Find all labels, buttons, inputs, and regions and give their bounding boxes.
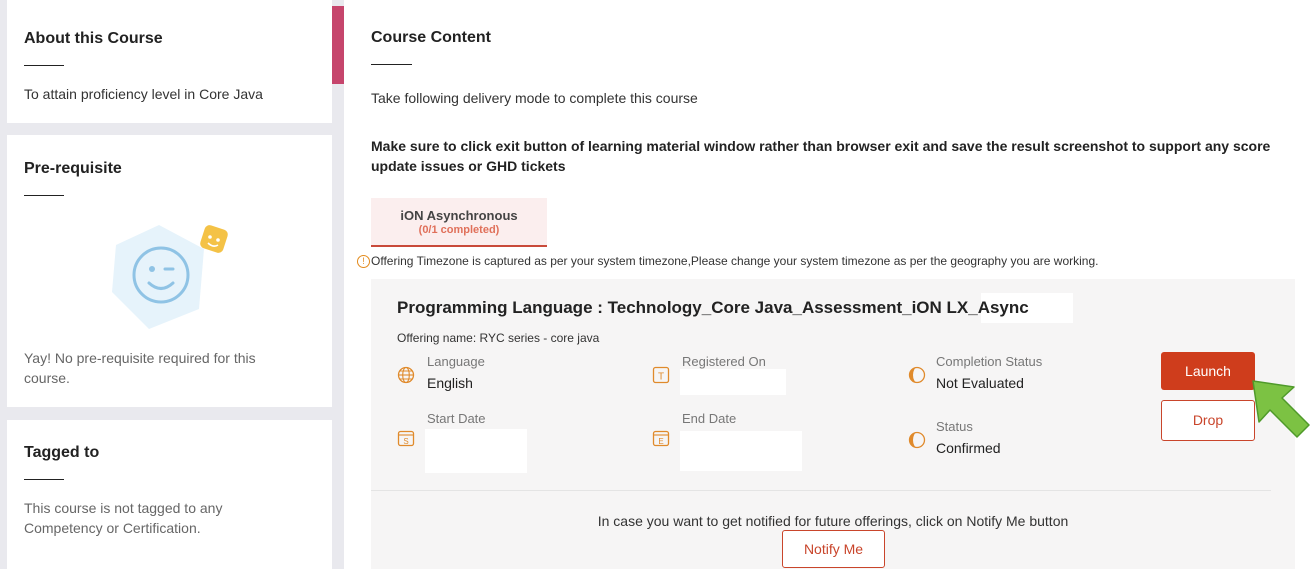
notify-text: In case you want to get notified for fut… bbox=[597, 513, 1069, 529]
tagged-to-card: Tagged to This course is not tagged to a… bbox=[7, 420, 332, 569]
tab-label: iON Asynchronous bbox=[400, 208, 518, 223]
course-content-panel: Course Content Take following delivery m… bbox=[344, 0, 1313, 569]
offering-card: Programming Language : Technology_Core J… bbox=[371, 279, 1295, 569]
prerequisite-title: Pre-requisite bbox=[24, 160, 122, 177]
delivery-mode-text: Take following delivery mode to complete… bbox=[371, 90, 698, 106]
calendar-t-icon: T bbox=[652, 366, 670, 384]
prerequisite-card: Pre-requisite Yay! No pre-requisite requ… bbox=[7, 135, 332, 407]
tab-ion-asynchronous[interactable]: iON Asynchronous (0/1 completed) bbox=[371, 198, 547, 247]
calendar-s-icon: S bbox=[397, 430, 415, 447]
scroll-accent-bar[interactable] bbox=[332, 6, 344, 84]
left-column: About this Course To attain proficiency … bbox=[0, 0, 344, 569]
smiley-illustration-icon bbox=[112, 225, 228, 329]
tagged-to-title: Tagged to bbox=[24, 444, 100, 461]
about-course-text: To attain proficiency level in Core Java bbox=[24, 86, 263, 102]
end-date-value-box bbox=[680, 431, 802, 471]
title-underline bbox=[24, 195, 64, 196]
status-value: Confirmed bbox=[936, 440, 1001, 456]
calendar-e-icon: E bbox=[652, 430, 670, 447]
title-underline bbox=[24, 65, 64, 66]
drop-button[interactable]: Drop bbox=[1161, 400, 1255, 441]
start-date-label: Start Date bbox=[427, 411, 486, 426]
svg-text:S: S bbox=[403, 437, 408, 446]
globe-icon bbox=[397, 366, 415, 384]
arrow-pointer-icon bbox=[1252, 380, 1310, 438]
registered-on-label: Registered On bbox=[682, 354, 766, 369]
tagged-to-text: This course is not tagged to any Compete… bbox=[24, 500, 223, 536]
divider bbox=[371, 490, 1271, 491]
status-icon bbox=[908, 431, 926, 449]
title-underline bbox=[24, 479, 64, 480]
language-label: Language bbox=[427, 354, 485, 369]
offering-title: Programming Language : Technology_Core J… bbox=[397, 298, 1029, 317]
exit-instruction-note: Make sure to click exit button of learni… bbox=[371, 138, 1271, 174]
registered-on-value-box bbox=[680, 369, 786, 395]
language-value: English bbox=[427, 375, 473, 391]
prerequisite-text: Yay! No pre-requisite required for this … bbox=[24, 350, 256, 386]
completion-status-icon bbox=[908, 366, 926, 384]
about-course-card: About this Course To attain proficiency … bbox=[7, 0, 332, 123]
timezone-note-text: Offering Timezone is captured as per you… bbox=[371, 254, 1099, 268]
end-date-label: End Date bbox=[682, 411, 737, 426]
completion-status-value: Not Evaluated bbox=[936, 375, 1024, 391]
status-label: Status bbox=[936, 419, 973, 434]
completion-status-label: Completion Status bbox=[936, 354, 1043, 369]
notify-me-button[interactable]: Notify Me bbox=[782, 530, 885, 568]
launch-button[interactable]: Launch bbox=[1161, 352, 1255, 390]
info-icon: ! bbox=[357, 254, 370, 268]
course-content-title: Course Content bbox=[371, 29, 491, 46]
tab-completion-count: (0/1 completed) bbox=[418, 224, 500, 236]
about-course-title: About this Course bbox=[24, 30, 163, 47]
offering-name: Offering name: RYC series - core java bbox=[397, 331, 600, 345]
start-date-value-box bbox=[425, 429, 527, 473]
svg-text:E: E bbox=[658, 437, 663, 446]
svg-text:T: T bbox=[658, 372, 664, 383]
title-underline bbox=[371, 64, 412, 65]
timezone-note: ! Offering Timezone is captured as per y… bbox=[357, 254, 1098, 268]
